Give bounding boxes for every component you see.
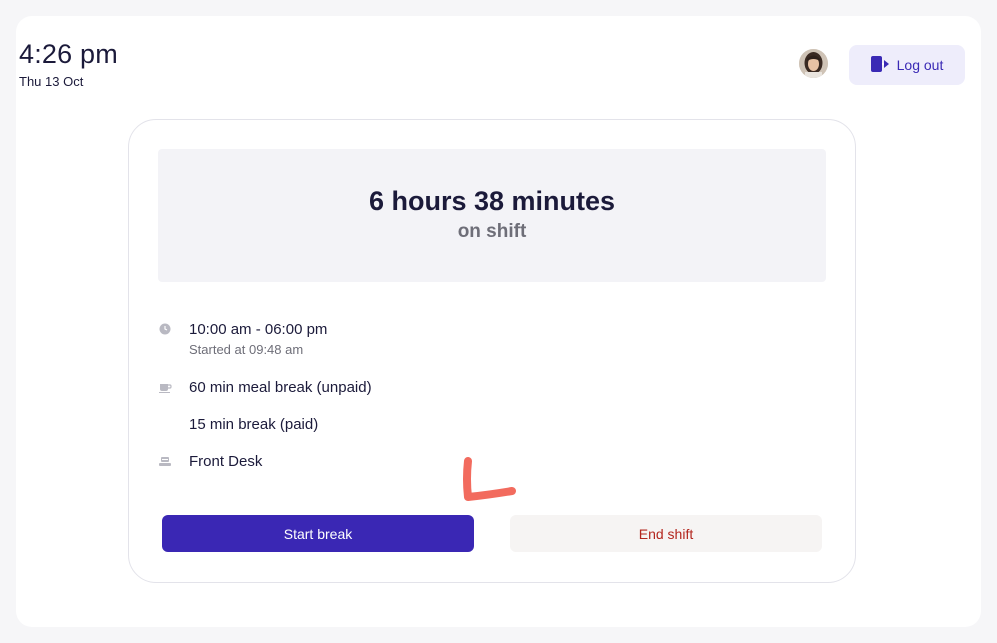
shift-schedule-row: 10:00 am - 06:00 pm Started at 09:48 am bbox=[159, 320, 759, 358]
shift-duration: 6 hours 38 minutes bbox=[368, 186, 616, 216]
short-break: 15 min break (paid) bbox=[189, 416, 319, 433]
shift-started-at: Started at 09:48 am bbox=[189, 342, 304, 357]
shift-details: 10:00 am - 06:00 pm Started at 09:48 am … bbox=[159, 320, 759, 472]
meal-break-row: 60 min meal break (unpaid) bbox=[159, 378, 759, 398]
logout-button[interactable]: Log out bbox=[849, 45, 965, 85]
logout-icon bbox=[870, 55, 889, 75]
avatar[interactable] bbox=[799, 49, 828, 78]
clock-icon bbox=[159, 322, 171, 335]
logout-label: Log out bbox=[896, 57, 944, 73]
avatar-image bbox=[799, 49, 828, 78]
short-break-row: 15 min break (paid) bbox=[159, 415, 759, 435]
shift-status: on shift bbox=[457, 221, 527, 242]
current-date: Thu 13 Oct bbox=[19, 74, 84, 89]
desk-icon bbox=[159, 454, 171, 466]
coffee-cup-icon bbox=[159, 380, 172, 393]
start-break-button[interactable]: Start break bbox=[162, 515, 474, 552]
shift-schedule: 10:00 am - 06:00 pm bbox=[189, 321, 328, 338]
meal-break: 60 min meal break (unpaid) bbox=[189, 379, 372, 396]
current-time: 4:26 pm bbox=[19, 39, 118, 69]
shift-duration-panel: 6 hours 38 minutes on shift bbox=[158, 149, 826, 282]
annotation-mark bbox=[463, 457, 516, 501]
shift-card: 6 hours 38 minutes on shift 10:00 am - 0… bbox=[128, 119, 856, 583]
end-shift-button[interactable]: End shift bbox=[510, 515, 822, 552]
location-row: Front Desk bbox=[159, 452, 759, 472]
current-clock: 4:26 pm Thu 13 Oct bbox=[19, 38, 118, 89]
app-window: 4:26 pm Thu 13 Oct Log out 6 hours 38 mi… bbox=[16, 16, 981, 627]
